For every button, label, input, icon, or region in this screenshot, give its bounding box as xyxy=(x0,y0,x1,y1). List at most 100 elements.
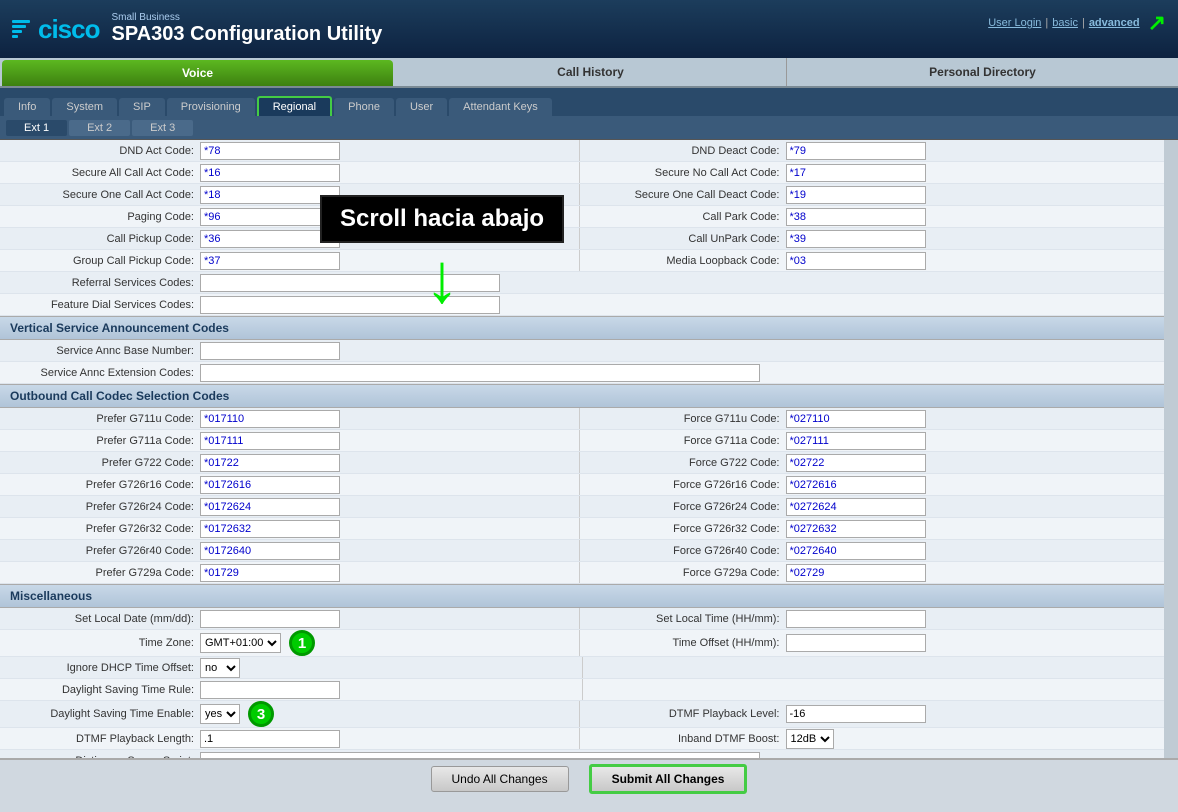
ext-tab-2[interactable]: Ext 2 xyxy=(69,120,130,136)
dictscript-input[interactable] xyxy=(200,752,760,759)
sub-tab-system[interactable]: System xyxy=(52,98,117,116)
form-col-right-groupcallpickup: Media Loopback Code: xyxy=(579,250,1165,271)
prefer-g726r40-input[interactable] xyxy=(200,542,340,560)
dstenable-label: Daylight Saving Time Enable: xyxy=(0,708,200,720)
main-nav-tab-voice[interactable]: Voice xyxy=(2,60,393,86)
annotation-1: 1 xyxy=(289,630,315,656)
localtime-input[interactable] xyxy=(786,610,926,628)
prefer-g726r16-input[interactable] xyxy=(200,476,340,494)
force-g711u-input[interactable] xyxy=(786,410,926,428)
dtmfplayback-input[interactable] xyxy=(786,705,926,723)
callpickup-input[interactable] xyxy=(200,230,340,248)
sub-tab-info[interactable]: Info xyxy=(4,98,50,116)
sub-tab-user[interactable]: User xyxy=(396,98,447,116)
force-g711a-input[interactable] xyxy=(786,432,926,450)
dtmflength-input[interactable] xyxy=(200,730,340,748)
force-g722-input[interactable] xyxy=(786,454,926,472)
form-row-localdate: Set Local Date (mm/dd): Set Local Time (… xyxy=(0,608,1164,630)
user-login-link[interactable]: User Login xyxy=(988,17,1041,29)
company-label: Small Business xyxy=(112,12,383,23)
form-row-timezone: Time Zone: GMT-12:00GMT-11:00GMT-10:00 G… xyxy=(0,630,1164,657)
force-g726r16-input[interactable] xyxy=(786,476,926,494)
miscellaneous-section: Miscellaneous Set Local Date (mm/dd): Se… xyxy=(0,584,1164,758)
form-col-left-dnd: DND Act Code: xyxy=(0,140,579,161)
dtmfplayback-label: DTMF Playback Level: xyxy=(586,708,786,720)
force-g729a-input[interactable] xyxy=(786,564,926,582)
prefer-g711u-input[interactable] xyxy=(200,410,340,428)
medialoopback-input[interactable] xyxy=(786,252,926,270)
paging-input[interactable] xyxy=(200,208,340,226)
form-row-g726r32: Prefer G726r32 Code: Force G726r32 Code: xyxy=(0,518,1164,540)
timezone-select[interactable]: GMT-12:00GMT-11:00GMT-10:00 GMT-09:00GMT… xyxy=(200,633,281,653)
dnd-act-input[interactable] xyxy=(200,142,340,160)
prefer-g726r24-input[interactable] xyxy=(200,498,340,516)
secure-no-act-input[interactable] xyxy=(786,164,926,182)
force-g726r24-input[interactable] xyxy=(786,498,926,516)
featuredial-label: Feature Dial Services Codes: xyxy=(0,299,200,311)
dnd-deact-input[interactable] xyxy=(786,142,926,160)
groupcallpickup-input[interactable] xyxy=(200,252,340,270)
sub-tab-provisioning[interactable]: Provisioning xyxy=(167,98,255,116)
outbound-codec-section: Outbound Call Codec Selection Codes Pref… xyxy=(0,384,1164,584)
dstenable-select[interactable]: yesno xyxy=(200,704,240,724)
advanced-link[interactable]: advanced xyxy=(1089,17,1140,29)
form-row-ignoredhcp: Ignore DHCP Time Offset: yesno xyxy=(0,657,1164,679)
form-row-dtmflength: DTMF Playback Length: Inband DTMF Boost:… xyxy=(0,728,1164,750)
timeoffset-input[interactable] xyxy=(786,634,926,652)
form-row-paging: Paging Code: Call Park Code: xyxy=(0,206,1164,228)
prefer-g722-label: Prefer G722 Code: xyxy=(0,457,200,469)
serviceanncext-input[interactable] xyxy=(200,364,760,382)
secure-one-deact-label: Secure One Call Deact Code: xyxy=(586,189,786,201)
sub-tab-sip[interactable]: SIP xyxy=(119,98,165,116)
sub-tab-phone[interactable]: Phone xyxy=(334,98,394,116)
secure-one-deact-input[interactable] xyxy=(786,186,926,204)
ext-tab-1[interactable]: Ext 1 xyxy=(6,120,67,136)
ext-tab-3[interactable]: Ext 3 xyxy=(132,120,193,136)
sub-tab-attendantkeys[interactable]: Attendant Keys xyxy=(449,98,552,116)
prefer-g722-input[interactable] xyxy=(200,454,340,472)
prefer-g711a-label: Prefer G711a Code: xyxy=(0,435,200,447)
undo-all-button[interactable]: Undo All Changes xyxy=(431,766,569,792)
form-col-left-callpickup: Call Pickup Code: xyxy=(0,228,579,249)
force-g726r32-input[interactable] xyxy=(786,520,926,538)
secure-one-act-input[interactable] xyxy=(200,186,340,204)
form-col-left-referral: Referral Services Codes: xyxy=(0,272,1164,293)
sub-tab-regional[interactable]: Regional xyxy=(257,96,332,116)
medialoopback-label: Media Loopback Code: xyxy=(586,255,786,267)
ignoredhcp-select[interactable]: yesno xyxy=(200,658,240,678)
dnd-deact-label: DND Deact Code: xyxy=(586,145,786,157)
submit-all-button[interactable]: Submit All Changes xyxy=(589,764,748,794)
main-nav-tab-personaldirectory[interactable]: Personal Directory xyxy=(787,58,1178,86)
force-g726r32-label: Force G726r32 Code: xyxy=(586,523,786,535)
annotation-3: 3 xyxy=(248,701,274,727)
referral-input[interactable] xyxy=(200,274,500,292)
form-row-dstrule: Daylight Saving Time Rule: xyxy=(0,679,1164,701)
inbanddtmf-select[interactable]: 6dB12dB18dBnone xyxy=(786,729,834,749)
serviceanncbase-input[interactable] xyxy=(200,342,340,360)
callunpark-label: Call UnPark Code: xyxy=(586,233,786,245)
inbanddtmf-label: Inband DTMF Boost: xyxy=(586,733,786,745)
callunpark-input[interactable] xyxy=(786,230,926,248)
miscellaneous-header: Miscellaneous xyxy=(0,584,1164,608)
form-row-dstenable: Daylight Saving Time Enable: yesno 3 DTM… xyxy=(0,701,1164,728)
callpark-input[interactable] xyxy=(786,208,926,226)
vertical-service-header: Vertical Service Announcement Codes xyxy=(0,316,1164,340)
dstrule-input[interactable] xyxy=(200,681,340,699)
prefer-g711a-input[interactable] xyxy=(200,432,340,450)
form-col-left-secureall: Secure All Call Act Code: xyxy=(0,162,579,183)
prefer-g726r32-input[interactable] xyxy=(200,520,340,538)
prefer-g729a-input[interactable] xyxy=(200,564,340,582)
featuredial-input[interactable] xyxy=(200,296,500,314)
main-nav-tab-callhistory[interactable]: Call History xyxy=(395,58,787,86)
force-g726r40-input[interactable] xyxy=(786,542,926,560)
form-row-referral: Referral Services Codes: xyxy=(0,272,1164,294)
secure-one-act-label: Secure One Call Act Code: xyxy=(0,189,200,201)
dnd-act-label: DND Act Code: xyxy=(0,145,200,157)
form-row-g711a: Prefer G711a Code: Force G711a Code: xyxy=(0,430,1164,452)
prefer-g729a-label: Prefer G729a Code: xyxy=(0,567,200,579)
basic-link[interactable]: basic xyxy=(1052,17,1078,29)
localdate-input[interactable] xyxy=(200,610,340,628)
secure-all-act-input[interactable] xyxy=(200,164,340,182)
callpark-label: Call Park Code: xyxy=(586,211,786,223)
app-title: SPA303 Configuration Utility xyxy=(112,23,383,46)
